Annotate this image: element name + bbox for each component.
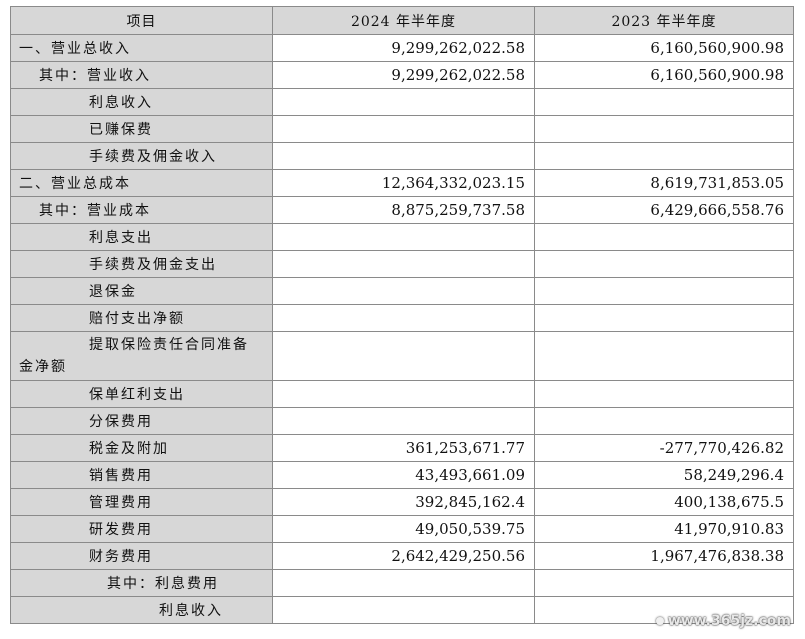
value-2024 xyxy=(272,88,535,116)
row-label: 其中：营业成本 xyxy=(10,196,273,224)
table-row: 保单红利支出 xyxy=(10,380,794,408)
table-row: 利息收入 xyxy=(10,88,794,116)
value-2023 xyxy=(534,277,794,305)
value-2024: 12,364,332,023.15 xyxy=(272,169,535,197)
row-label: 利息收入 xyxy=(10,88,273,116)
row-label: 提取保险责任合同准备 金净额 xyxy=(10,331,273,381)
value-2024: 9,299,262,022.58 xyxy=(272,61,535,89)
row-label-line1: 提取保险责任合同准备 xyxy=(89,337,249,353)
row-label: 研发费用 xyxy=(10,515,273,543)
table-row: 税金及附加 361,253,671.77 -277,770,426.82 xyxy=(10,434,794,462)
value-2024 xyxy=(272,277,535,305)
value-2023: 6,429,666,558.76 xyxy=(534,196,794,224)
row-label: 税金及附加 xyxy=(10,434,273,462)
table-row: 退保金 xyxy=(10,277,794,305)
value-2024: 8,875,259,737.58 xyxy=(272,196,535,224)
table-row: 其中：营业成本 8,875,259,737.58 6,429,666,558.7… xyxy=(10,196,794,224)
value-2023: -277,770,426.82 xyxy=(534,434,794,462)
value-2024 xyxy=(272,304,535,332)
row-label: 赔付支出净额 xyxy=(10,304,273,332)
table-row: 已赚保费 xyxy=(10,115,794,143)
value-2024 xyxy=(272,250,535,278)
table-row: 一、营业总收入 9,299,262,022.58 6,160,560,900.9… xyxy=(10,34,794,62)
row-label-line2: 金净额 xyxy=(19,359,67,375)
row-label: 保单红利支出 xyxy=(10,380,273,408)
row-label: 一、营业总收入 xyxy=(10,34,273,62)
value-2023: 41,970,910.83 xyxy=(534,515,794,543)
row-label: 管理费用 xyxy=(10,488,273,516)
table-row: 二、营业总成本 12,364,332,023.15 8,619,731,853.… xyxy=(10,169,794,197)
value-2024: 392,845,162.4 xyxy=(272,488,535,516)
table-row: 手续费及佣金支出 xyxy=(10,250,794,278)
value-2024 xyxy=(272,569,535,597)
row-label: 二、营业总成本 xyxy=(10,169,273,197)
value-2023: 1,967,476,838.38 xyxy=(534,542,794,570)
value-2023 xyxy=(534,304,794,332)
value-2024 xyxy=(272,407,535,435)
value-2023: 400,138,675.5 xyxy=(534,488,794,516)
value-2024: 2,642,429,250.56 xyxy=(272,542,535,570)
header-2024: 2024 年半年度 xyxy=(272,6,535,35)
value-2024: 49,050,539.75 xyxy=(272,515,535,543)
table-row: 利息支出 xyxy=(10,223,794,251)
header-item: 项目 xyxy=(10,6,273,35)
value-2023: 6,160,560,900.98 xyxy=(534,34,794,62)
value-2024 xyxy=(272,142,535,170)
value-2023: 58,249,296.4 xyxy=(534,461,794,489)
table-row: 财务费用 2,642,429,250.56 1,967,476,838.38 xyxy=(10,542,794,570)
value-2023: 6,160,560,900.98 xyxy=(534,61,794,89)
value-2024 xyxy=(272,596,535,624)
value-2023 xyxy=(534,115,794,143)
row-label: 分保费用 xyxy=(10,407,273,435)
row-label: 销售费用 xyxy=(10,461,273,489)
table-row: 手续费及佣金收入 xyxy=(10,142,794,170)
value-2023: 8,619,731,853.05 xyxy=(534,169,794,197)
table-row: 研发费用 49,050,539.75 41,970,910.83 xyxy=(10,515,794,543)
value-2024: 9,299,262,022.58 xyxy=(272,34,535,62)
table-row: 提取保险责任合同准备 金净额 xyxy=(10,331,794,381)
value-2023 xyxy=(534,142,794,170)
value-2024: 43,493,661.09 xyxy=(272,461,535,489)
table-row: 管理费用 392,845,162.4 400,138,675.5 xyxy=(10,488,794,516)
watermark-text: www.365jz.com xyxy=(667,613,791,629)
value-2023 xyxy=(534,380,794,408)
value-2024 xyxy=(272,223,535,251)
row-label: 已赚保费 xyxy=(10,115,273,143)
value-2023 xyxy=(534,331,794,381)
table-row: 销售费用 43,493,661.09 58,249,296.4 xyxy=(10,461,794,489)
row-label: 利息支出 xyxy=(10,223,273,251)
income-statement-table: 项目 2024 年半年度 2023 年半年度 一、营业总收入 9,299,262… xyxy=(10,6,794,624)
row-label: 利息收入 xyxy=(10,596,273,624)
table-row: 分保费用 xyxy=(10,407,794,435)
row-label: 财务费用 xyxy=(10,542,273,570)
value-2024 xyxy=(272,331,535,381)
row-label: 手续费及佣金支出 xyxy=(10,250,273,278)
row-label: 退保金 xyxy=(10,277,273,305)
value-2023 xyxy=(534,223,794,251)
table-row: 赔付支出净额 xyxy=(10,304,794,332)
row-label: 其中：营业收入 xyxy=(10,61,273,89)
row-label: 手续费及佣金收入 xyxy=(10,142,273,170)
table-row: 其中：营业收入 9,299,262,022.58 6,160,560,900.9… xyxy=(10,61,794,89)
table-header-row: 项目 2024 年半年度 2023 年半年度 xyxy=(10,6,794,35)
value-2023 xyxy=(534,407,794,435)
header-2023: 2023 年半年度 xyxy=(534,6,794,35)
value-2024: 361,253,671.77 xyxy=(272,434,535,462)
table-row: 其中：利息费用 xyxy=(10,569,794,597)
watermark: www.365jz.com xyxy=(655,613,791,629)
watermark-dot-icon xyxy=(655,617,664,625)
income-statement-table-container: 项目 2024 年半年度 2023 年半年度 一、营业总收入 9,299,262… xyxy=(10,6,794,624)
value-2023 xyxy=(534,569,794,597)
value-2023 xyxy=(534,88,794,116)
value-2023 xyxy=(534,250,794,278)
row-label: 其中：利息费用 xyxy=(10,569,273,597)
value-2024 xyxy=(272,380,535,408)
value-2024 xyxy=(272,115,535,143)
